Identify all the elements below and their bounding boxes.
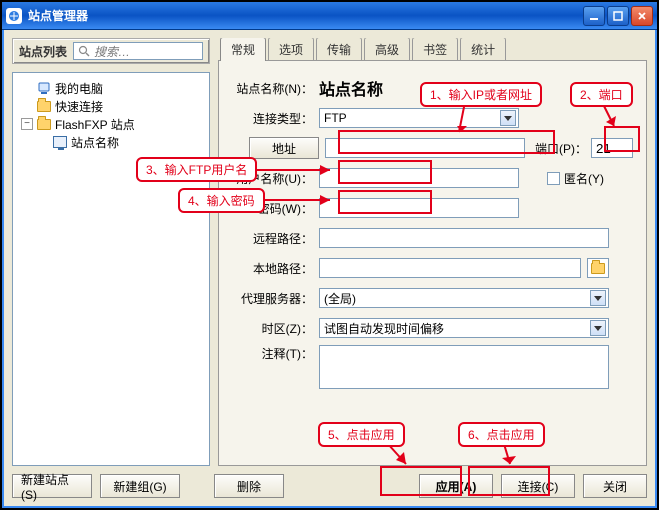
site-tree[interactable]: 我的电脑 快速连接 − FlashFXP 站点 站点名称 xyxy=(12,72,210,466)
anonymous-checkbox[interactable] xyxy=(547,172,560,185)
search-icon xyxy=(78,45,90,57)
delete-button[interactable]: 删除 xyxy=(214,474,284,498)
chevron-down-icon[interactable] xyxy=(500,110,516,126)
app-icon xyxy=(6,8,22,24)
password-label: 密码(W)： xyxy=(229,200,319,217)
chevron-down-icon[interactable] xyxy=(590,290,606,306)
new-site-button[interactable]: 新建站点(S) xyxy=(12,474,92,498)
tree-collapse-icon[interactable]: − xyxy=(21,118,33,130)
conn-type-combo[interactable]: FTP xyxy=(319,108,519,128)
tree-label: 我的电脑 xyxy=(55,80,103,97)
port-label: 端口(P)： xyxy=(535,140,587,157)
proxy-combo[interactable]: (全局) xyxy=(319,288,609,308)
tree-site-entry[interactable]: 站点名称 xyxy=(17,133,205,151)
conn-type-value: FTP xyxy=(324,111,347,125)
site-name-value: 站点名称 xyxy=(319,76,383,100)
my-computer-icon xyxy=(37,81,51,95)
tree-label: FlashFXP 站点 xyxy=(55,116,135,133)
site-icon xyxy=(53,136,67,148)
username-label: 用户名称(U)： xyxy=(229,170,319,187)
tab-page-general: 站点名称(N)： 站点名称 连接类型： FTP 地址 xyxy=(218,60,647,466)
bottom-button-row: 新建站点(S) 新建组(G) 删除 应用(A) 连接(C) 关闭 xyxy=(12,466,647,498)
password-input[interactable] xyxy=(319,198,519,218)
tab-stats[interactable]: 统计 xyxy=(460,38,506,61)
window-title: 站点管理器 xyxy=(28,7,583,24)
address-input[interactable] xyxy=(325,138,525,158)
address-button[interactable]: 地址 xyxy=(249,137,319,159)
title-bar: 站点管理器 xyxy=(2,2,657,30)
tree-flashfxp-sites[interactable]: − FlashFXP 站点 xyxy=(17,115,205,133)
minimize-button[interactable] xyxy=(583,6,605,26)
proxy-value: (全局) xyxy=(324,290,356,307)
tab-strip: 常规 选项 传输 高级 书签 统计 xyxy=(218,38,647,60)
chevron-down-icon[interactable] xyxy=(590,320,606,336)
port-input[interactable] xyxy=(591,138,633,158)
folder-icon xyxy=(37,101,51,112)
remote-path-input[interactable] xyxy=(319,228,609,248)
search-placeholder: 搜索… xyxy=(94,43,130,60)
close-window-button[interactable]: 关闭 xyxy=(583,474,647,498)
folder-icon xyxy=(591,263,605,274)
close-button[interactable] xyxy=(631,6,653,26)
tree-label: 快速连接 xyxy=(55,98,103,115)
timezone-label: 时区(Z)： xyxy=(229,320,319,337)
anonymous-label: 匿名(Y) xyxy=(564,170,604,187)
tab-options[interactable]: 选项 xyxy=(268,38,314,61)
browse-folder-button[interactable] xyxy=(587,258,609,278)
conn-type-label: 连接类型： xyxy=(229,110,319,127)
tree-my-computer[interactable]: 我的电脑 xyxy=(17,79,205,97)
remote-path-label: 远程路径： xyxy=(229,230,319,247)
proxy-label: 代理服务器： xyxy=(229,290,319,307)
maximize-button[interactable] xyxy=(607,6,629,26)
new-group-button[interactable]: 新建组(G) xyxy=(100,474,180,498)
connect-button[interactable]: 连接(C) xyxy=(501,474,575,498)
tab-advanced[interactable]: 高级 xyxy=(364,38,410,61)
tab-transfer[interactable]: 传输 xyxy=(316,38,362,61)
site-name-label: 站点名称(N)： xyxy=(229,80,319,97)
site-list-label: 站点列表 xyxy=(19,43,67,60)
tab-general[interactable]: 常规 xyxy=(220,38,266,61)
search-input[interactable]: 搜索… xyxy=(73,42,203,60)
username-input[interactable] xyxy=(319,168,519,188)
tree-label: 站点名称 xyxy=(71,134,119,151)
site-list-header: 站点列表 搜索… xyxy=(12,38,210,64)
local-path-label: 本地路径： xyxy=(229,260,319,277)
timezone-value: 试图自动发现时间偏移 xyxy=(324,320,444,337)
tree-quick-connect[interactable]: 快速连接 xyxy=(17,97,205,115)
local-path-input[interactable] xyxy=(319,258,581,278)
tab-bookmarks[interactable]: 书签 xyxy=(412,38,458,61)
notes-label: 注释(T)： xyxy=(229,345,319,362)
apply-button[interactable]: 应用(A) xyxy=(419,474,493,498)
notes-textarea[interactable] xyxy=(319,345,609,389)
timezone-combo[interactable]: 试图自动发现时间偏移 xyxy=(319,318,609,338)
folder-icon xyxy=(37,119,51,130)
